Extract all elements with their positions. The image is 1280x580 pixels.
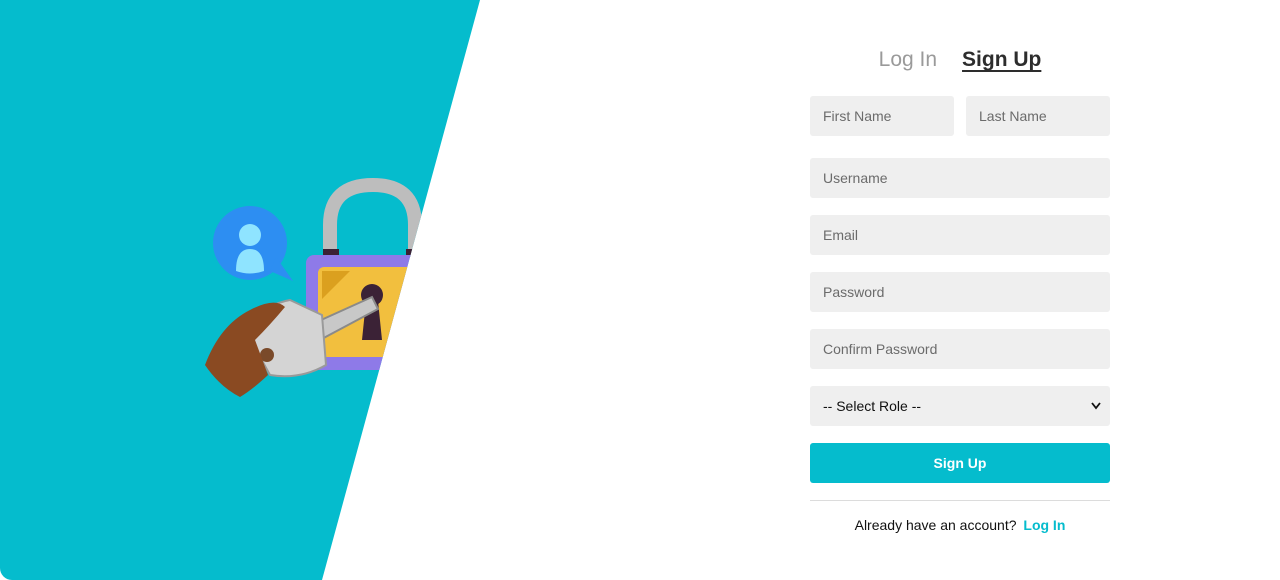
signup-page: Log In Sign Up -- Select Role -- Sign Up: [0, 0, 1280, 580]
tab-signup[interactable]: Sign Up: [962, 48, 1041, 72]
tab-login[interactable]: Log In: [879, 48, 937, 72]
last-name-input[interactable]: [966, 96, 1110, 136]
divider: [810, 500, 1110, 501]
login-link[interactable]: Log In: [1023, 517, 1065, 533]
sign-up-button[interactable]: Sign Up: [810, 443, 1110, 483]
name-row: [810, 96, 1110, 136]
first-name-input[interactable]: [810, 96, 954, 136]
role-select-wrapper: -- Select Role --: [810, 386, 1110, 426]
email-input[interactable]: [810, 215, 1110, 255]
signup-form: -- Select Role -- Sign Up: [810, 96, 1110, 483]
confirm-password-input[interactable]: [810, 329, 1110, 369]
auth-card: Log In Sign Up -- Select Role -- Sign Up: [810, 40, 1110, 533]
login-prompt: Already have an account? Log In: [810, 517, 1110, 533]
password-input[interactable]: [810, 272, 1110, 312]
security-illustration: [205, 177, 430, 397]
login-prompt-text: Already have an account?: [854, 517, 1017, 533]
username-input[interactable]: [810, 158, 1110, 198]
user-chat-icon: [213, 206, 293, 281]
auth-tabs: Log In Sign Up: [810, 40, 1110, 80]
role-select[interactable]: -- Select Role --: [810, 386, 1110, 426]
